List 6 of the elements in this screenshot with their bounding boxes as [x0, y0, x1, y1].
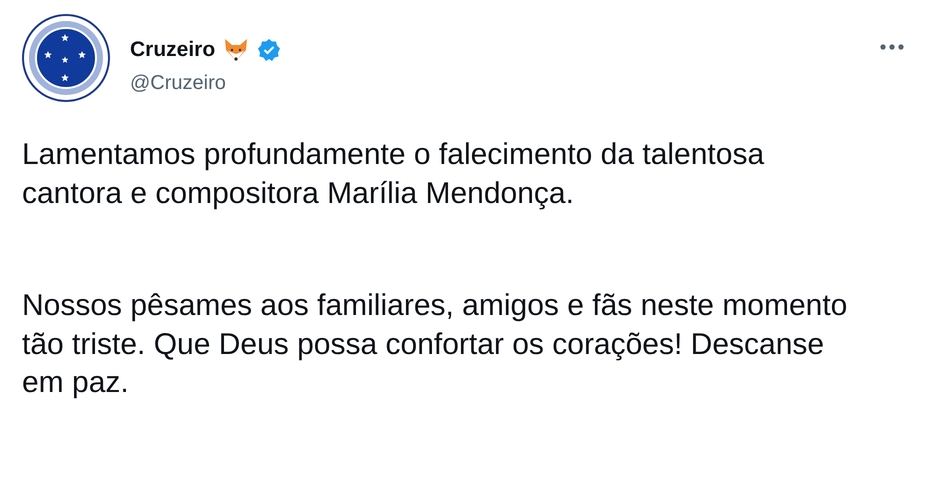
account-name[interactable]: Cruzeiro [130, 38, 216, 62]
account-handle[interactable]: @Cruzeiro [130, 72, 880, 95]
tweet-paragraph: Lamentamos profundamente o falecimento da talentosa cantora e compositora Marília Mendonça. [22, 137, 766, 212]
tweet-paragraph: Nossos pêsames aos familiares, amigos e fãs neste momento tão triste. Que Deus possa confortar os corações! Descanse em paz. [22, 288, 848, 401]
fox-icon [223, 38, 250, 62]
more-icon[interactable] [880, 44, 904, 50]
